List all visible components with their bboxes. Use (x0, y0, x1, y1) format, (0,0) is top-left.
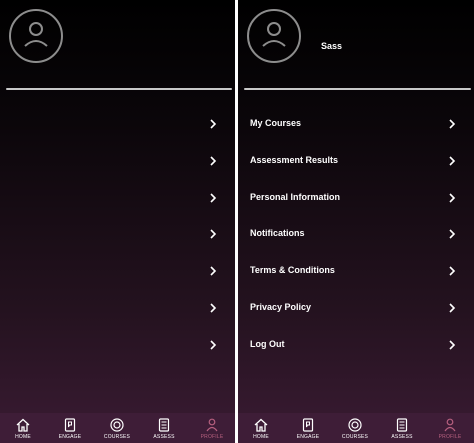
menu-label: Personal Information (250, 192, 341, 202)
menu-label: Log Out (250, 339, 285, 349)
profile-icon (444, 418, 456, 432)
tab-bar: HOME ENGAGE COURSES ASSESS PROFILE (238, 413, 474, 443)
chevron-right-icon (449, 119, 456, 129)
tab-label-profile: PROFILE (200, 434, 224, 440)
home-icon (16, 418, 30, 432)
menu-item-terms-conditions[interactable]: Terms & Conditions (238, 259, 474, 283)
profile-screen-left: HOME ENGAGE COURSES ASSESS PROFILE (0, 0, 235, 443)
menu-label: Privacy Policy (250, 302, 312, 312)
tab-profile[interactable]: PROFILE (435, 413, 465, 443)
tab-assess[interactable]: ASSESS (149, 413, 179, 443)
tab-home[interactable]: HOME (246, 413, 276, 443)
user-icon (24, 22, 48, 47)
engage-icon (302, 418, 314, 432)
menu-item-5[interactable] (0, 259, 235, 283)
menu-item-6[interactable] (0, 296, 235, 320)
courses-icon (110, 418, 124, 432)
chevron-right-icon (449, 156, 456, 166)
chevron-right-icon (210, 303, 217, 313)
menu-item-3[interactable] (0, 186, 235, 210)
courses-icon (348, 418, 362, 432)
tab-label-assess: ASSESS (391, 434, 413, 440)
assess-icon (396, 418, 408, 432)
menu-label: Terms & Conditions (250, 265, 335, 275)
tab-assess[interactable]: ASSESS (387, 413, 417, 443)
tab-label-profile: PROFILE (438, 434, 462, 440)
profile-icon (206, 418, 218, 432)
chevron-right-icon (449, 193, 456, 203)
tab-label-assess: ASSESS (153, 434, 175, 440)
tab-engage[interactable]: ENGAGE (55, 413, 85, 443)
tab-home[interactable]: HOME (8, 413, 38, 443)
tab-label-home: HOME (15, 434, 31, 440)
menu-label: Notifications (250, 228, 305, 238)
chevron-right-icon (449, 266, 456, 276)
tab-engage[interactable]: ENGAGE (293, 413, 323, 443)
assess-icon (158, 418, 170, 432)
profile-screen-right: Sass My Courses Assessment Results Perso… (238, 0, 474, 443)
tab-label-engage: ENGAGE (58, 434, 82, 440)
tab-label-courses: COURSES (103, 434, 131, 440)
avatar[interactable] (247, 9, 301, 63)
username: Sass (321, 41, 343, 51)
tab-label-engage: ENGAGE (296, 434, 320, 440)
user-icon (262, 22, 286, 47)
tab-label-courses: COURSES (341, 434, 369, 440)
menu-label: Assessment Results (250, 155, 339, 165)
menu-item-my-courses[interactable]: My Courses (238, 112, 474, 136)
menu-item-1[interactable] (0, 112, 235, 136)
engage-icon (64, 418, 76, 432)
tab-profile[interactable]: PROFILE (197, 413, 227, 443)
tab-label-home: HOME (253, 434, 269, 440)
chevron-right-icon (449, 229, 456, 239)
menu-label: My Courses (250, 118, 302, 128)
chevron-right-icon (449, 340, 456, 350)
menu-item-log-out[interactable]: Log Out (238, 333, 474, 357)
chevron-right-icon (210, 119, 217, 129)
menu-item-assessment-results[interactable]: Assessment Results (238, 149, 474, 173)
menu-item-personal-information[interactable]: Personal Information (238, 186, 474, 210)
chevron-right-icon (210, 340, 217, 350)
chevron-right-icon (210, 229, 217, 239)
menu-item-privacy-policy[interactable]: Privacy Policy (238, 296, 474, 320)
chevron-right-icon (449, 303, 456, 313)
chevron-right-icon (210, 266, 217, 276)
chevron-right-icon (210, 156, 217, 166)
home-icon (254, 418, 268, 432)
avatar[interactable] (9, 9, 63, 63)
tab-bar: HOME ENGAGE COURSES ASSESS PROFILE (0, 413, 235, 443)
menu-item-notifications[interactable]: Notifications (238, 222, 474, 246)
divider (244, 88, 471, 90)
menu-item-2[interactable] (0, 149, 235, 173)
tab-courses[interactable]: COURSES (102, 413, 132, 443)
menu-item-7[interactable] (0, 333, 235, 357)
chevron-right-icon (210, 193, 217, 203)
menu-item-4[interactable] (0, 222, 235, 246)
tab-courses[interactable]: COURSES (340, 413, 370, 443)
divider (6, 88, 232, 90)
